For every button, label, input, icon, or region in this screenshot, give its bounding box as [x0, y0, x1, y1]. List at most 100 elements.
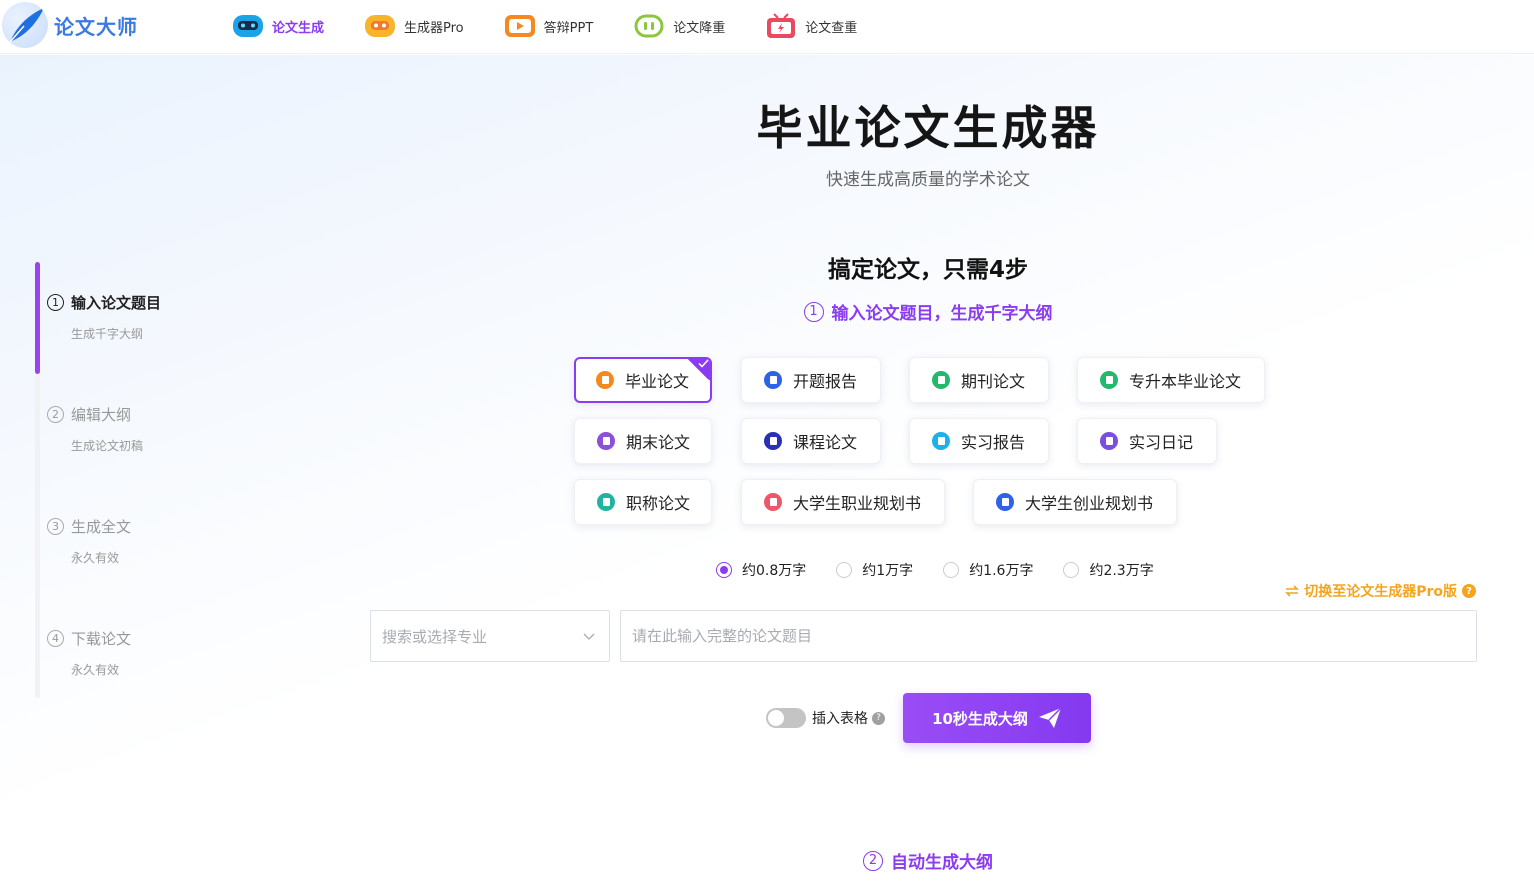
insert-table-label: 插入表格 — [812, 711, 868, 727]
step-title: 生成全文 — [71, 518, 132, 536]
step-number: 3 — [47, 518, 64, 535]
document-icon — [597, 432, 615, 450]
word-count-option-1.6w[interactable]: 约1.6万字 — [943, 560, 1033, 580]
step-item-3[interactable]: 3 生成全文 永久有效 — [47, 516, 247, 566]
book-icon — [1100, 371, 1118, 389]
step1-hint: 1 输入论文题目，生成千字大纲 — [0, 299, 1534, 324]
switch-to-pro-link[interactable]: 切换至论文生成器Pro版 ? — [1285, 581, 1476, 601]
step-title: 编辑大纲 — [71, 406, 132, 424]
generate-outline-button[interactable]: 10秒生成大纲 — [903, 693, 1091, 743]
insert-table-toggle[interactable] — [766, 708, 806, 728]
paper-type-proposal[interactable]: 开题报告 — [741, 357, 881, 403]
nav-item-plagiarism-check[interactable]: 论文查重 — [765, 8, 857, 44]
step-subtitle: 永久有效 — [71, 551, 120, 565]
clipboard-icon — [996, 493, 1014, 511]
selected-check-icon — [685, 359, 710, 380]
reduce-icon — [633, 12, 665, 40]
paper-type-title[interactable]: 职称论文 — [574, 479, 712, 525]
paper-type-journal[interactable]: 期刊论文 — [909, 357, 1049, 403]
nav-item-generator-pro[interactable]: 生成器Pro — [364, 8, 464, 44]
top-header: 论文大师 论文生成 生成器Pro 答辩PPT 论文降重 论文查重 — [0, 0, 1534, 54]
chip-label: 专升本毕业论文 — [1129, 372, 1242, 391]
steps-headline: 搞定论文，只需4步 — [827, 257, 1028, 283]
hint-number: 2 — [863, 850, 883, 871]
document-icon — [932, 432, 950, 450]
step2-hint: 2 自动生成大纲 — [0, 848, 1534, 873]
radio-label: 约2.3万字 — [1089, 563, 1154, 579]
step-number: 2 — [47, 406, 64, 423]
major-select-placeholder: 搜索或选择专业 — [382, 627, 488, 646]
chip-label: 大学生创业规划书 — [1025, 494, 1154, 513]
brand-logo[interactable]: 论文大师 — [2, 2, 138, 48]
document-icon — [764, 371, 782, 389]
brand-name: 论文大师 — [54, 14, 138, 39]
nav-item-reduce-duplicate[interactable]: 论文降重 — [633, 8, 725, 44]
step-item-4[interactable]: 4 下载论文 永久有效 — [47, 628, 247, 678]
robot-pro-icon — [364, 12, 396, 40]
step-number: 4 — [47, 630, 64, 647]
hint-text: 自动生成大纲 — [891, 853, 993, 873]
radio-circle[interactable] — [716, 562, 732, 578]
paper-type-internship-report[interactable]: 实习报告 — [909, 418, 1049, 464]
radio-label: 约1.6万字 — [969, 563, 1034, 579]
document-icon — [932, 371, 950, 389]
chip-label: 职称论文 — [626, 494, 691, 513]
nav-label: 论文降重 — [673, 20, 726, 36]
radio-label: 约0.8万字 — [742, 563, 807, 579]
paper-type-career-plan[interactable]: 大学生职业规划书 — [741, 479, 945, 525]
word-count-option-1w[interactable]: 约1万字 — [836, 560, 913, 580]
briefcase-icon — [764, 493, 782, 511]
paper-type-final-term[interactable]: 期末论文 — [574, 418, 712, 464]
step-item-2[interactable]: 2 编辑大纲 生成论文初稿 — [47, 404, 247, 454]
chip-label: 实习报告 — [961, 433, 1026, 452]
nav-label: 生成器Pro — [404, 20, 464, 36]
page-subtitle: 快速生成高质量的学术论文 — [826, 170, 1030, 190]
step-subtitle: 生成论文初稿 — [71, 439, 144, 453]
ppt-icon — [504, 12, 536, 40]
word-count-option-0.8w[interactable]: 约0.8万字 — [716, 560, 806, 580]
paper-type-internship-diary[interactable]: 实习日记 — [1077, 418, 1217, 464]
paper-type-startup-plan[interactable]: 大学生创业规划书 — [973, 479, 1177, 525]
chip-label: 实习日记 — [1129, 433, 1194, 452]
nav-label: 答辩PPT — [543, 20, 594, 36]
nav-item-paper-generate[interactable]: 论文生成 — [232, 8, 324, 44]
paper-type-upgrade-graduation[interactable]: 专升本毕业论文 — [1077, 357, 1265, 403]
robot-icon — [232, 12, 264, 40]
step-title: 下载论文 — [71, 630, 132, 648]
document-icon — [597, 493, 615, 511]
radio-label: 约1万字 — [862, 563, 914, 579]
hint-text: 输入论文题目，生成千字大纲 — [831, 304, 1053, 324]
nav-label: 论文查重 — [805, 20, 858, 36]
chip-label: 期末论文 — [626, 433, 691, 452]
document-icon — [764, 432, 782, 450]
insert-table-toggle-group: 插入表格 ? — [766, 708, 885, 728]
radio-circle[interactable] — [943, 562, 960, 578]
chip-label: 期刊论文 — [961, 372, 1026, 391]
generate-button-label: 10秒生成大纲 — [932, 709, 1028, 728]
radio-circle[interactable] — [1063, 562, 1080, 578]
major-select[interactable]: 搜索或选择专业 — [370, 610, 610, 662]
help-icon[interactable]: ? — [1462, 584, 1476, 598]
word-count-option-2.3w[interactable]: 约2.3万字 — [1063, 560, 1154, 580]
hint-number: 1 — [803, 301, 824, 322]
nav-label: 论文生成 — [272, 20, 325, 36]
step-subtitle: 生成千字大纲 — [71, 327, 144, 341]
paper-type-graduation[interactable]: 毕业论文 — [574, 357, 712, 403]
feather-logo-icon — [2, 2, 48, 48]
paper-title-input[interactable] — [620, 610, 1477, 662]
pencil-icon — [1100, 432, 1118, 450]
pro-switch-label: 切换至论文生成器Pro版 — [1304, 584, 1457, 600]
switch-arrows-icon — [1285, 585, 1300, 597]
help-icon[interactable]: ? — [872, 711, 885, 725]
chip-label: 开题报告 — [793, 372, 858, 391]
chevron-down-icon — [583, 633, 595, 640]
radio-circle[interactable] — [836, 562, 853, 578]
word-count-options: 约0.8万字 约1万字 约1.6万字 约2.3万字 — [716, 560, 1184, 580]
nav-item-defense-ppt[interactable]: 答辩PPT — [504, 8, 594, 44]
step-subtitle: 永久有效 — [71, 663, 120, 677]
chip-label: 课程论文 — [793, 433, 858, 452]
page-title: 毕业论文生成器 — [756, 101, 1100, 155]
document-icon — [596, 371, 614, 389]
paper-type-course[interactable]: 课程论文 — [741, 418, 881, 464]
chip-label: 大学生职业规划书 — [793, 494, 922, 513]
